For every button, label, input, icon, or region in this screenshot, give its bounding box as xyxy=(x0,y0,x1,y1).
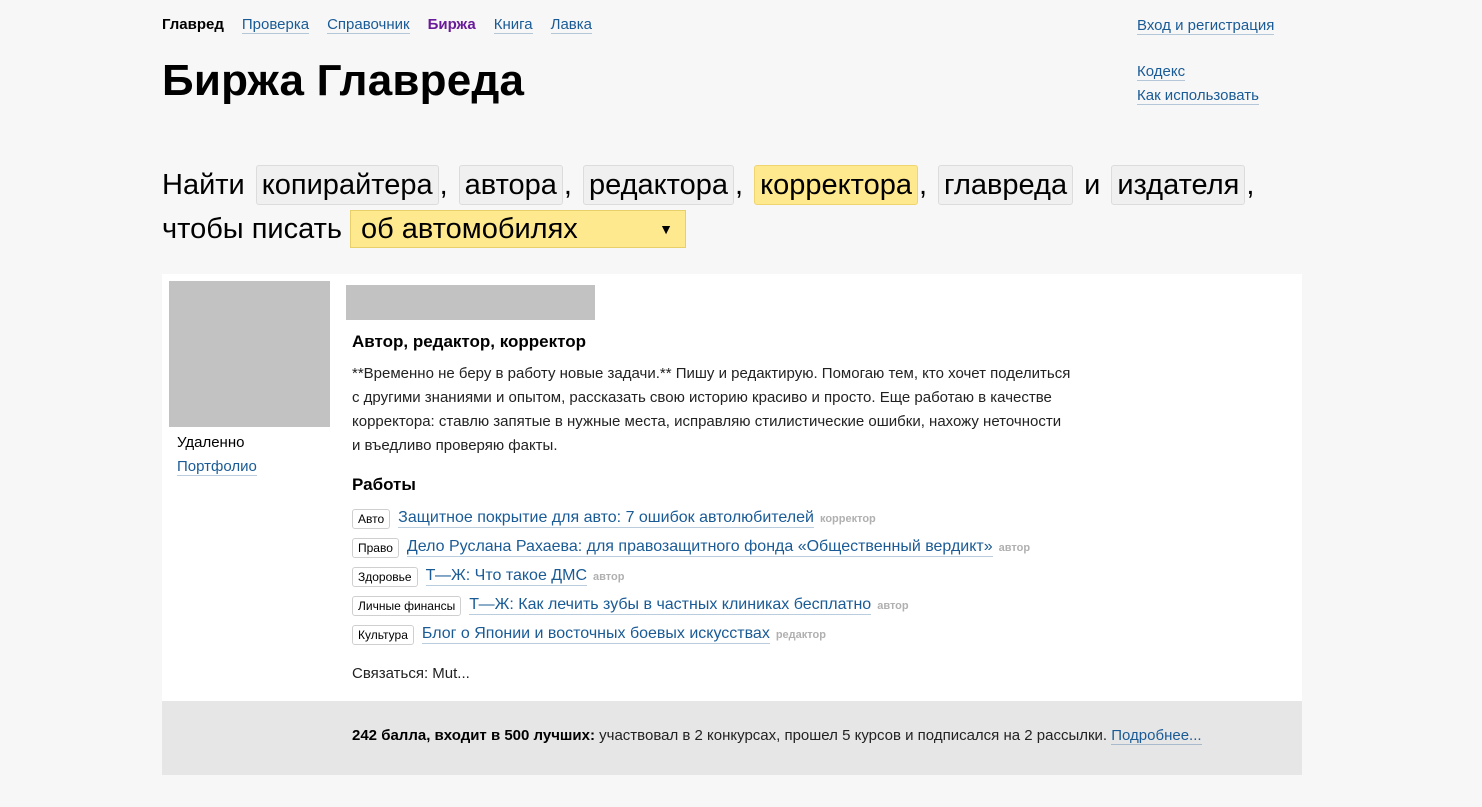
profile-card: Удаленно Портфолио Автор, редактор, корр… xyxy=(162,274,1302,701)
role-chip-chief-editor[interactable]: главреда xyxy=(938,165,1074,205)
topic-value: об автомобилях xyxy=(361,213,578,245)
comma: , xyxy=(735,169,744,201)
side-links: Кодекс Как использовать xyxy=(1137,60,1259,108)
work-role: редактор xyxy=(775,628,826,641)
work-item: Авто Защитное покрытие для авто: 7 ошибо… xyxy=(352,504,1030,533)
finder-second-line: чтобы писать xyxy=(162,213,342,245)
works-title: Работы xyxy=(352,475,416,494)
nav-item-proverka[interactable]: Проверка xyxy=(241,16,310,34)
dropdown-arrow-icon: ▼ xyxy=(659,221,673,237)
comma: , xyxy=(1246,169,1255,201)
work-tag: Авто xyxy=(352,508,391,529)
work-role: автор xyxy=(593,570,625,583)
nav-item-birzha[interactable]: Биржа xyxy=(428,16,476,34)
role-finder: Найти копирайтера, автора, редактора, ко… xyxy=(162,163,1302,251)
how-to-use-link[interactable]: Как использовать xyxy=(1137,87,1259,105)
work-item: Личные финансы Т—Ж: Как лечить зубы в ча… xyxy=(352,591,1030,620)
works-list: Авто Защитное покрытие для авто: 7 ошибо… xyxy=(352,504,1030,649)
profile-role: Автор, редактор, корректор xyxy=(352,332,586,351)
work-role: корректор xyxy=(819,512,876,525)
finder-prefix: Найти xyxy=(162,169,245,201)
comma: , xyxy=(563,169,572,201)
work-tag: Право xyxy=(352,537,399,558)
role-chip-publisher[interactable]: издателя xyxy=(1111,165,1246,205)
work-item: Культура Блог о Японии и восточных боевы… xyxy=(352,620,1030,649)
nav-item-lavka[interactable]: Лавка xyxy=(550,16,592,34)
rating-details: участвовал в 2 конкурсах, прошел 5 курсо… xyxy=(594,727,1112,744)
work-tag: Здоровье xyxy=(352,566,418,587)
contact-info: Связаться: Mut... xyxy=(352,665,470,682)
work-link[interactable]: Блог о Японии и восточных боевых искусст… xyxy=(421,625,770,644)
role-chip-proofreader[interactable]: корректора xyxy=(754,165,918,205)
role-chip-copywriter[interactable]: копирайтера xyxy=(255,165,439,205)
top-nav: Главред Проверка Справочник Биржа Книга … xyxy=(162,16,592,34)
nav-item-spravochnik[interactable]: Справочник xyxy=(327,16,410,34)
portfolio-link[interactable]: Портфолио xyxy=(177,458,257,476)
topic-select[interactable]: об автомобилях ▼ xyxy=(350,210,686,248)
nav-item-kniga[interactable]: Книга xyxy=(493,16,533,34)
comma: , xyxy=(439,169,448,201)
work-link[interactable]: Т—Ж: Как лечить зубы в частных клиниках … xyxy=(469,596,872,615)
nav-item-glavred: Главред xyxy=(162,16,224,33)
role-chip-author[interactable]: автора xyxy=(458,165,563,205)
profile-name-placeholder xyxy=(346,285,595,320)
location: Удаленно xyxy=(177,434,245,451)
conjunction: и xyxy=(1084,169,1101,201)
rating-text: 242 балла, входит в 500 лучших: участвов… xyxy=(352,727,1202,745)
work-tag: Культура xyxy=(352,624,414,645)
work-link[interactable]: Дело Руслана Рахаева: для правозащитного… xyxy=(406,538,993,557)
page-title: Биржа Главреда xyxy=(162,56,525,105)
work-role: автор xyxy=(877,599,909,612)
work-item: Здоровье Т—Ж: Что такое ДМС автор xyxy=(352,562,1030,591)
avatar xyxy=(169,281,330,427)
codex-link[interactable]: Кодекс xyxy=(1137,63,1186,81)
role-chip-editor[interactable]: редактора xyxy=(582,165,735,205)
work-link[interactable]: Т—Ж: Что такое ДМС xyxy=(425,567,588,586)
login-link[interactable]: Вход и регистрация xyxy=(1137,17,1275,35)
rating-score: 242 балла, входит в 500 лучших: xyxy=(352,727,595,744)
work-item: Право Дело Руслана Рахаева: для правозащ… xyxy=(352,533,1030,562)
work-tag: Личные финансы xyxy=(352,595,462,616)
more-link[interactable]: Подробнее... xyxy=(1111,727,1202,745)
work-role: автор xyxy=(998,541,1031,554)
profile-about: **Временно не беру в работу новые задачи… xyxy=(352,365,1071,454)
comma: , xyxy=(918,169,928,201)
rating-footer: 242 балла, входит в 500 лучших: участвов… xyxy=(162,701,1302,775)
work-link[interactable]: Защитное покрытие для авто: 7 ошибок авт… xyxy=(398,509,814,528)
